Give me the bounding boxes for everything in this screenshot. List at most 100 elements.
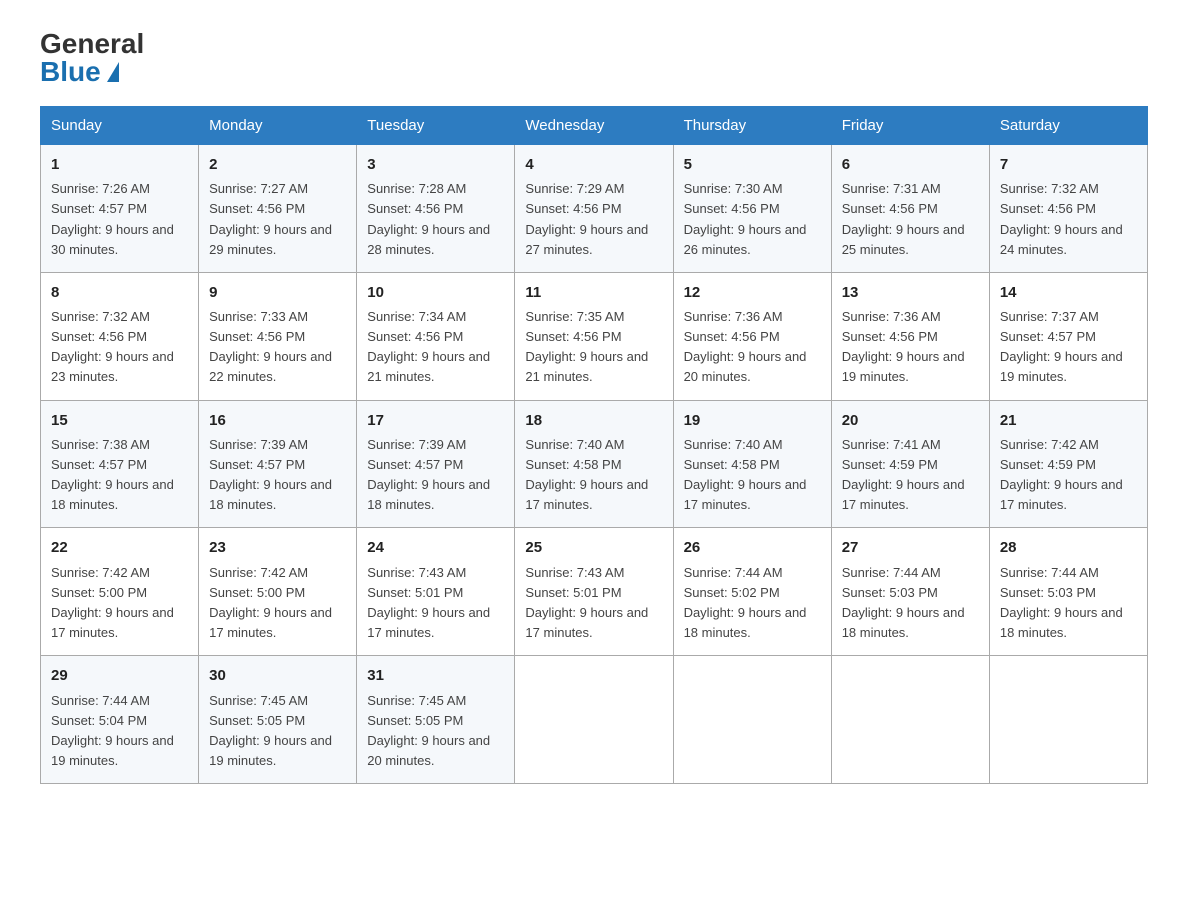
day-info: Sunrise: 7:31 AMSunset: 4:56 PMDaylight:… xyxy=(842,181,965,256)
day-header-sunday: Sunday xyxy=(41,107,199,145)
day-info: Sunrise: 7:42 AMSunset: 4:59 PMDaylight:… xyxy=(1000,437,1123,512)
calendar-cell: 7 Sunrise: 7:32 AMSunset: 4:56 PMDayligh… xyxy=(989,145,1147,273)
day-info: Sunrise: 7:41 AMSunset: 4:59 PMDaylight:… xyxy=(842,437,965,512)
day-info: Sunrise: 7:44 AMSunset: 5:03 PMDaylight:… xyxy=(842,565,965,640)
calendar-cell xyxy=(989,656,1147,784)
day-number: 16 xyxy=(209,409,346,432)
calendar-cell: 26 Sunrise: 7:44 AMSunset: 5:02 PMDaylig… xyxy=(673,528,831,656)
day-header-wednesday: Wednesday xyxy=(515,107,673,145)
day-number: 13 xyxy=(842,281,979,304)
day-info: Sunrise: 7:29 AMSunset: 4:56 PMDaylight:… xyxy=(525,181,648,256)
calendar-cell xyxy=(831,656,989,784)
day-number: 15 xyxy=(51,409,188,432)
calendar-cell: 9 Sunrise: 7:33 AMSunset: 4:56 PMDayligh… xyxy=(199,272,357,400)
page-header: General Blue xyxy=(40,30,1148,86)
day-info: Sunrise: 7:26 AMSunset: 4:57 PMDaylight:… xyxy=(51,181,174,256)
calendar-cell: 10 Sunrise: 7:34 AMSunset: 4:56 PMDaylig… xyxy=(357,272,515,400)
day-info: Sunrise: 7:38 AMSunset: 4:57 PMDaylight:… xyxy=(51,437,174,512)
day-number: 25 xyxy=(525,536,662,559)
day-info: Sunrise: 7:30 AMSunset: 4:56 PMDaylight:… xyxy=(684,181,807,256)
day-number: 28 xyxy=(1000,536,1137,559)
calendar-cell: 24 Sunrise: 7:43 AMSunset: 5:01 PMDaylig… xyxy=(357,528,515,656)
calendar-cell: 27 Sunrise: 7:44 AMSunset: 5:03 PMDaylig… xyxy=(831,528,989,656)
day-info: Sunrise: 7:43 AMSunset: 5:01 PMDaylight:… xyxy=(367,565,490,640)
calendar-cell: 20 Sunrise: 7:41 AMSunset: 4:59 PMDaylig… xyxy=(831,400,989,528)
day-number: 17 xyxy=(367,409,504,432)
calendar-cell: 15 Sunrise: 7:38 AMSunset: 4:57 PMDaylig… xyxy=(41,400,199,528)
calendar-cell: 4 Sunrise: 7:29 AMSunset: 4:56 PMDayligh… xyxy=(515,145,673,273)
day-info: Sunrise: 7:40 AMSunset: 4:58 PMDaylight:… xyxy=(684,437,807,512)
day-info: Sunrise: 7:44 AMSunset: 5:04 PMDaylight:… xyxy=(51,693,174,768)
calendar-header-row: SundayMondayTuesdayWednesdayThursdayFrid… xyxy=(41,107,1148,145)
day-number: 22 xyxy=(51,536,188,559)
calendar-cell: 17 Sunrise: 7:39 AMSunset: 4:57 PMDaylig… xyxy=(357,400,515,528)
day-info: Sunrise: 7:40 AMSunset: 4:58 PMDaylight:… xyxy=(525,437,648,512)
day-number: 12 xyxy=(684,281,821,304)
day-info: Sunrise: 7:28 AMSunset: 4:56 PMDaylight:… xyxy=(367,181,490,256)
day-number: 11 xyxy=(525,281,662,304)
calendar-week-row: 8 Sunrise: 7:32 AMSunset: 4:56 PMDayligh… xyxy=(41,272,1148,400)
calendar-cell: 25 Sunrise: 7:43 AMSunset: 5:01 PMDaylig… xyxy=(515,528,673,656)
calendar-cell: 5 Sunrise: 7:30 AMSunset: 4:56 PMDayligh… xyxy=(673,145,831,273)
day-info: Sunrise: 7:36 AMSunset: 4:56 PMDaylight:… xyxy=(842,309,965,384)
day-number: 8 xyxy=(51,281,188,304)
calendar-cell: 31 Sunrise: 7:45 AMSunset: 5:05 PMDaylig… xyxy=(357,656,515,784)
day-number: 18 xyxy=(525,409,662,432)
day-info: Sunrise: 7:42 AMSunset: 5:00 PMDaylight:… xyxy=(51,565,174,640)
day-number: 29 xyxy=(51,664,188,687)
logo-blue-text: Blue xyxy=(40,58,119,86)
day-info: Sunrise: 7:45 AMSunset: 5:05 PMDaylight:… xyxy=(209,693,332,768)
calendar-cell: 23 Sunrise: 7:42 AMSunset: 5:00 PMDaylig… xyxy=(199,528,357,656)
calendar-cell: 28 Sunrise: 7:44 AMSunset: 5:03 PMDaylig… xyxy=(989,528,1147,656)
day-number: 1 xyxy=(51,153,188,176)
calendar-cell xyxy=(515,656,673,784)
logo: General Blue xyxy=(40,30,144,86)
day-number: 6 xyxy=(842,153,979,176)
day-info: Sunrise: 7:27 AMSunset: 4:56 PMDaylight:… xyxy=(209,181,332,256)
day-number: 20 xyxy=(842,409,979,432)
calendar-cell: 6 Sunrise: 7:31 AMSunset: 4:56 PMDayligh… xyxy=(831,145,989,273)
day-header-friday: Friday xyxy=(831,107,989,145)
calendar-week-row: 15 Sunrise: 7:38 AMSunset: 4:57 PMDaylig… xyxy=(41,400,1148,528)
day-info: Sunrise: 7:32 AMSunset: 4:56 PMDaylight:… xyxy=(51,309,174,384)
calendar-cell: 29 Sunrise: 7:44 AMSunset: 5:04 PMDaylig… xyxy=(41,656,199,784)
day-info: Sunrise: 7:45 AMSunset: 5:05 PMDaylight:… xyxy=(367,693,490,768)
day-info: Sunrise: 7:36 AMSunset: 4:56 PMDaylight:… xyxy=(684,309,807,384)
calendar-cell: 8 Sunrise: 7:32 AMSunset: 4:56 PMDayligh… xyxy=(41,272,199,400)
calendar-week-row: 1 Sunrise: 7:26 AMSunset: 4:57 PMDayligh… xyxy=(41,145,1148,273)
calendar-cell: 30 Sunrise: 7:45 AMSunset: 5:05 PMDaylig… xyxy=(199,656,357,784)
day-header-thursday: Thursday xyxy=(673,107,831,145)
calendar-cell: 2 Sunrise: 7:27 AMSunset: 4:56 PMDayligh… xyxy=(199,145,357,273)
day-info: Sunrise: 7:33 AMSunset: 4:56 PMDaylight:… xyxy=(209,309,332,384)
day-number: 26 xyxy=(684,536,821,559)
day-number: 30 xyxy=(209,664,346,687)
logo-general-text: General xyxy=(40,30,144,58)
day-number: 14 xyxy=(1000,281,1137,304)
day-info: Sunrise: 7:42 AMSunset: 5:00 PMDaylight:… xyxy=(209,565,332,640)
calendar-cell: 14 Sunrise: 7:37 AMSunset: 4:57 PMDaylig… xyxy=(989,272,1147,400)
calendar-cell: 21 Sunrise: 7:42 AMSunset: 4:59 PMDaylig… xyxy=(989,400,1147,528)
day-header-saturday: Saturday xyxy=(989,107,1147,145)
day-number: 27 xyxy=(842,536,979,559)
day-number: 24 xyxy=(367,536,504,559)
day-number: 3 xyxy=(367,153,504,176)
calendar-cell xyxy=(673,656,831,784)
day-number: 31 xyxy=(367,664,504,687)
day-info: Sunrise: 7:39 AMSunset: 4:57 PMDaylight:… xyxy=(367,437,490,512)
calendar-cell: 11 Sunrise: 7:35 AMSunset: 4:56 PMDaylig… xyxy=(515,272,673,400)
calendar-cell: 3 Sunrise: 7:28 AMSunset: 4:56 PMDayligh… xyxy=(357,145,515,273)
day-info: Sunrise: 7:32 AMSunset: 4:56 PMDaylight:… xyxy=(1000,181,1123,256)
calendar-week-row: 22 Sunrise: 7:42 AMSunset: 5:00 PMDaylig… xyxy=(41,528,1148,656)
day-number: 5 xyxy=(684,153,821,176)
day-info: Sunrise: 7:44 AMSunset: 5:03 PMDaylight:… xyxy=(1000,565,1123,640)
calendar-table: SundayMondayTuesdayWednesdayThursdayFrid… xyxy=(40,106,1148,784)
logo-triangle-icon xyxy=(107,62,119,82)
day-info: Sunrise: 7:34 AMSunset: 4:56 PMDaylight:… xyxy=(367,309,490,384)
calendar-cell: 13 Sunrise: 7:36 AMSunset: 4:56 PMDaylig… xyxy=(831,272,989,400)
day-info: Sunrise: 7:35 AMSunset: 4:56 PMDaylight:… xyxy=(525,309,648,384)
day-header-tuesday: Tuesday xyxy=(357,107,515,145)
calendar-week-row: 29 Sunrise: 7:44 AMSunset: 5:04 PMDaylig… xyxy=(41,656,1148,784)
calendar-cell: 19 Sunrise: 7:40 AMSunset: 4:58 PMDaylig… xyxy=(673,400,831,528)
day-number: 2 xyxy=(209,153,346,176)
day-number: 4 xyxy=(525,153,662,176)
